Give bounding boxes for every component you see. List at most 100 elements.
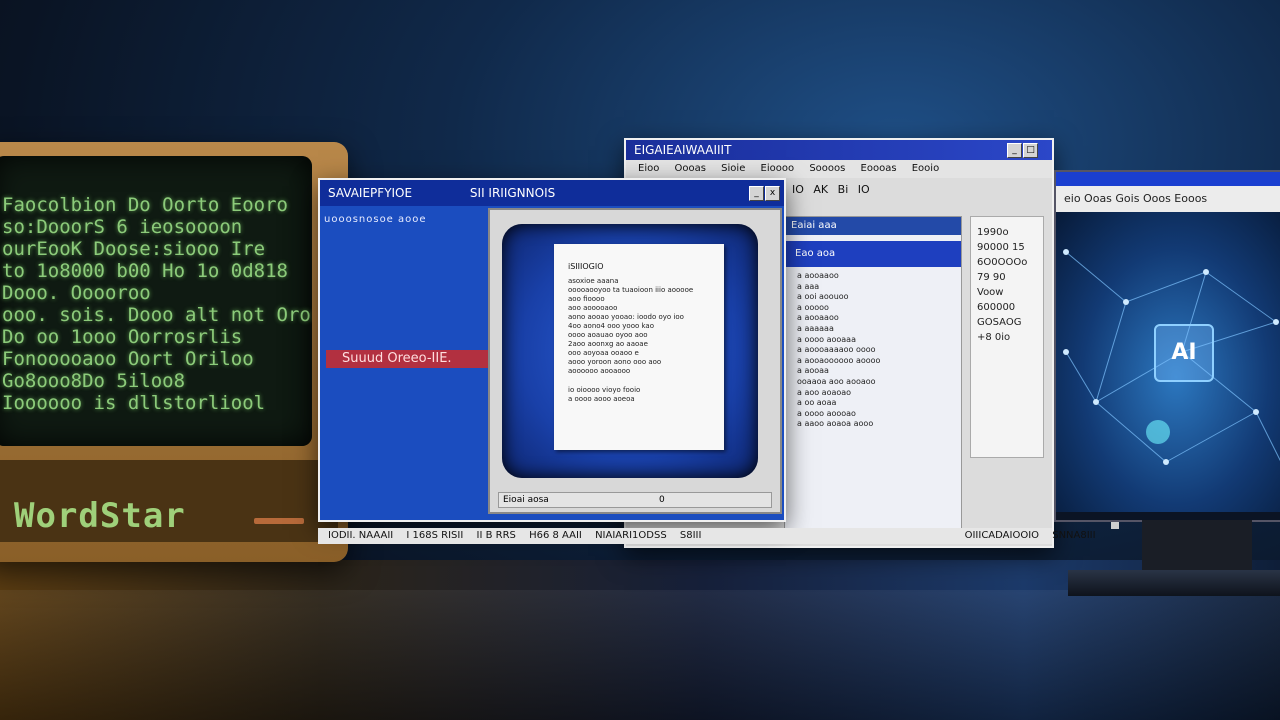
status-bar: IODII. NAAAII I 168S RISII II B RRS H66 …: [318, 528, 1096, 544]
pane-item[interactable]: a aooaoooooo aoooo: [797, 356, 961, 367]
blue-screen: iSIIIOGIO asoxioe aaana ooooaooyoo ta tu…: [502, 224, 758, 478]
navigation-pane: Eaiai aaa Eao aoa a aooaaoo a aaa a ooi …: [784, 216, 1119, 530]
pane-item[interactable]: a oooo aooaaa: [797, 335, 961, 346]
status-field: S8III: [679, 530, 702, 541]
front-window-subtitle: SII IRIIGNNOIS: [469, 186, 556, 200]
pane-item[interactable]: a aaaaaa: [797, 324, 961, 335]
property-value: 1990o: [977, 227, 1009, 238]
back-window-titlebar: EIGAIEAIWAAIIIT _ □: [626, 140, 1052, 160]
document-line: io oioooo vioyo fooio: [568, 386, 641, 394]
front-app-window: SAVAIEPFYIOE SII IRIIGNNOIS _ x uooosnos…: [318, 178, 786, 522]
vintage-crt-terminal: Faocolbion Do Oorto Eooro so:DooorS 6 ie…: [0, 142, 348, 562]
document-line: oooo aoauao oyoo aoo: [568, 331, 648, 339]
front-toolbar: uooosnosoe aooe: [324, 214, 427, 225]
property-value: GOSAOG: [977, 317, 1022, 328]
document-status-left: Eioai aosa: [503, 495, 549, 505]
terminal-line: Ioooooo is dllstorliool: [2, 392, 266, 414]
wordstar-brand: WordStar: [14, 496, 186, 536]
pane-item[interactable]: a aoo aoaoao: [797, 388, 961, 399]
close-button[interactable]: x: [765, 186, 780, 201]
document-line: ooo aoyoaa ooaoo e: [568, 349, 639, 357]
pane-header: Eaiai aaa: [785, 217, 961, 235]
monitor-titlebar: [1056, 172, 1280, 186]
document-status-bar: Eioai aosa 0: [498, 492, 772, 508]
document-line: aoo aooooaoo: [568, 304, 618, 312]
pane-item[interactable]: a oooo aoooao: [797, 409, 961, 420]
modern-monitor: eio Ooas Gois Ooos Eooos AI: [1054, 170, 1280, 522]
toolbar: IO AK Bi IO: [786, 180, 1052, 200]
monitor-stand: [1142, 520, 1252, 570]
terminal-line: to 1o8000 b00 Ho 1o 0d818: [2, 260, 288, 282]
terminal-line: Fonooooaoo Oort Oriloo: [2, 348, 254, 370]
menu-item[interactable]: Eoooas: [861, 160, 897, 178]
terminal-line: so:DooorS 6 ieosoooon: [2, 216, 243, 238]
terminal-line: Go8ooo8Do 5iloo8: [2, 370, 186, 392]
document-page-indicator: 0: [659, 495, 665, 505]
status-field: I 168S RISII: [406, 530, 464, 541]
property-value: Voow: [977, 287, 1004, 298]
property-value: +8 0io: [977, 332, 1011, 343]
document-line: 2aoo aoonxg ao aaoae: [568, 340, 648, 348]
terminal-line: ooo. sois. Dooo alt not Oroio: [2, 304, 312, 326]
property-value: 90000 15: [977, 242, 1025, 253]
toolbar-button[interactable]: IO: [792, 183, 804, 196]
document-preview-frame: iSIIIOGIO asoxioe aaana ooooaooyoo ta tu…: [488, 208, 782, 514]
document-line: aono aooao yooao: ioodo oyo ioo: [568, 313, 684, 321]
menu-item[interactable]: Sioie: [721, 160, 745, 178]
document-line: ooooaooyoo ta tuaoioon iiio aooooe: [568, 286, 694, 294]
menu-item[interactable]: Eooio: [912, 160, 939, 178]
minimize-button[interactable]: _: [1007, 143, 1022, 158]
terminal-screen: Faocolbion Do Oorto Eooro so:DooorS 6 ie…: [0, 156, 312, 446]
menu-item[interactable]: Eioo: [638, 160, 659, 178]
terminal-line: Do oo 1ooo Oorrosrlis: [2, 326, 243, 348]
front-window-title: SAVAIEPFYIOE: [328, 186, 413, 200]
pane-item[interactable]: ooaaoa aoo aooaoo: [797, 377, 961, 388]
property-value: 6O0OOOo: [977, 257, 1028, 268]
document-line: asoxioe aaana: [568, 277, 619, 285]
document-line: aoo fioooo: [568, 295, 605, 303]
pane-item[interactable]: a aoooaaaaoo oooo: [797, 345, 961, 356]
property-value: 600000: [977, 302, 1016, 313]
pane-item[interactable]: a aaoo aoaoa aooo: [797, 419, 961, 430]
status-field: SNNA8III: [1052, 530, 1096, 541]
terminal-line: Dooo. Ooooroo: [2, 282, 151, 304]
status-field: OIIICADAIOOIO: [964, 530, 1040, 541]
front-window-titlebar: SAVAIEPFYIOE SII IRIIGNNOIS _ x: [320, 180, 784, 206]
document-line: 4oo aono4 ooo yooo kao: [568, 322, 655, 330]
ai-badge: AI: [1154, 324, 1214, 382]
status-field: IODII. NAAAII: [328, 530, 394, 541]
menu-item[interactable]: Oooas: [675, 160, 706, 178]
monitor-toolbar: eio Ooas Gois Ooos Eooos: [1056, 186, 1280, 212]
menu-bar: Eioo Oooas Sioie Eioooo Soooos Eoooas Eo…: [626, 160, 1052, 178]
pane-selected-item[interactable]: Eao aoa: [785, 241, 961, 267]
minimize-button[interactable]: _: [749, 186, 764, 201]
disk-slot: [254, 518, 304, 524]
toolbar-button[interactable]: IO: [858, 183, 870, 196]
pane-item[interactable]: a aooaaoo: [797, 271, 961, 282]
document-line: a oooo aooo aoeoa: [568, 395, 635, 403]
terminal-line: ourEooK Doose:siooo Ire: [2, 238, 266, 260]
status-field: II B RRS: [476, 530, 516, 541]
pane-item[interactable]: a ooi aoouoo: [797, 292, 961, 303]
pane-item[interactable]: a aooaa: [797, 366, 961, 377]
terminal-line: Faocolbion Do Oorto Eooro: [2, 194, 288, 216]
pane-item[interactable]: a oo aoaa: [797, 398, 961, 409]
desk-reflection: [0, 590, 1280, 720]
toolbar-button[interactable]: AK: [813, 183, 828, 196]
pane-item[interactable]: a aooaaoo: [797, 313, 961, 324]
monitor-foot: [1068, 570, 1280, 596]
status-field: NIAIARI1ODSS: [595, 530, 667, 541]
toolbar-button[interactable]: Bi: [838, 183, 849, 196]
back-window-title: EIGAIEAIWAAIIIT: [634, 143, 732, 157]
maximize-button[interactable]: □: [1023, 143, 1038, 158]
menu-item[interactable]: Eioooo: [761, 160, 795, 178]
document-line: aoooooo aooaooo: [568, 367, 631, 375]
document-line: aooo yoroon aono ooo aoo: [568, 358, 662, 366]
highlighted-label: Suuud Oreeo-IIE.: [326, 350, 488, 368]
pane-item[interactable]: a ooooo: [797, 303, 961, 314]
ai-network-screen: AI: [1056, 212, 1280, 512]
property-value: 79 90: [977, 272, 1006, 283]
menu-item[interactable]: Soooos: [809, 160, 845, 178]
document-heading: iSIIIOGIO: [568, 262, 604, 271]
pane-item[interactable]: a aaa: [797, 282, 961, 293]
